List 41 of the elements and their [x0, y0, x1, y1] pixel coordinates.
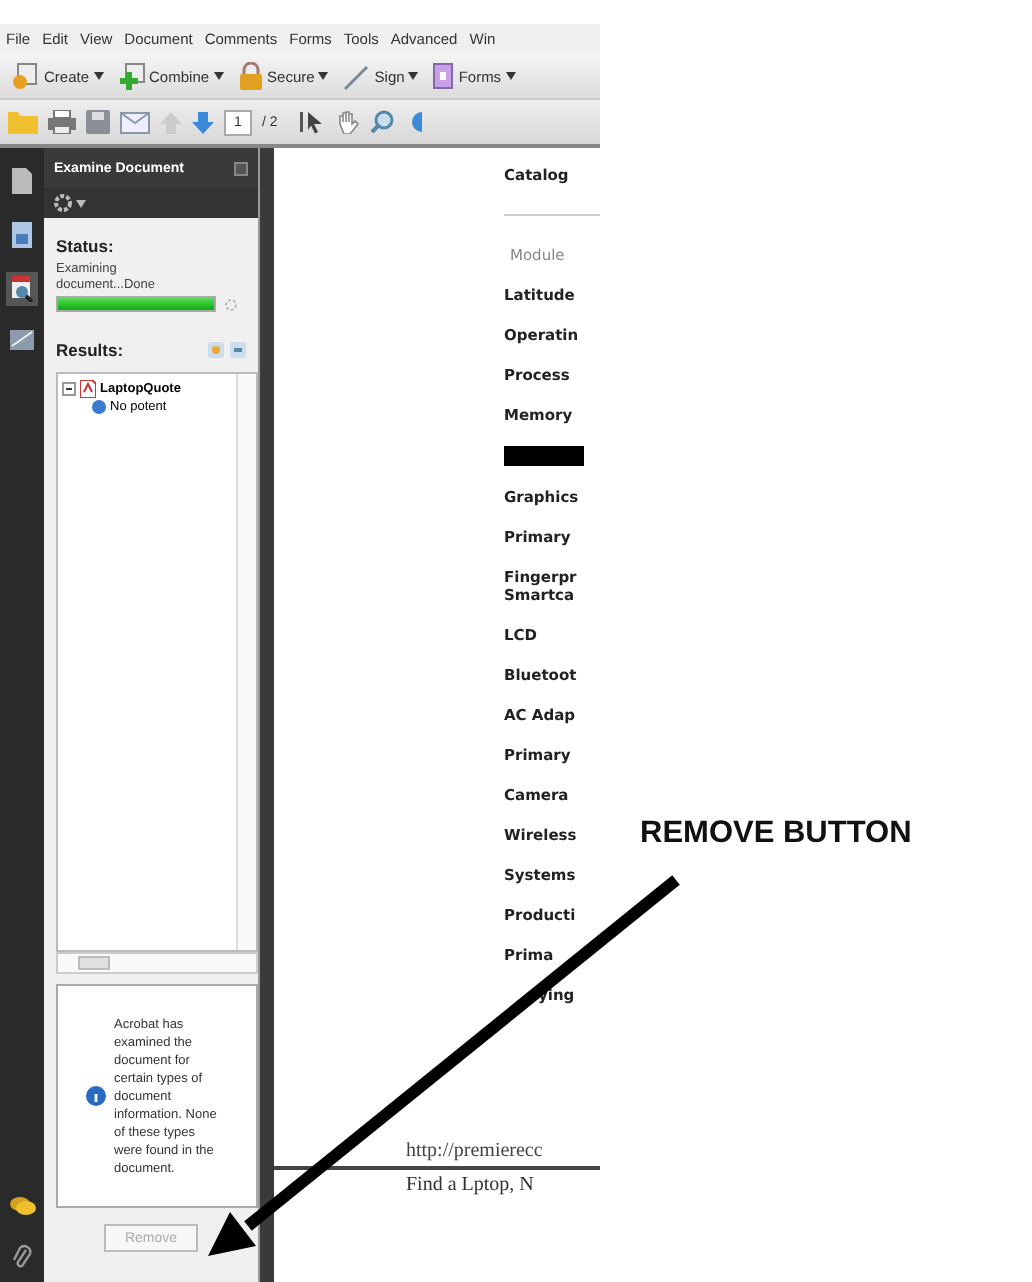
collapse-all-icon[interactable]: [230, 342, 246, 358]
pdf-icon: [80, 380, 96, 398]
redaction-bar: [504, 446, 584, 466]
arrow-down-icon[interactable]: [192, 111, 214, 133]
info-icon: [86, 1086, 106, 1106]
vertical-scrollbar[interactable]: [236, 374, 256, 950]
caret-icon: [505, 72, 516, 80]
gear-icon[interactable]: [54, 194, 72, 212]
spinner-icon: [224, 297, 238, 311]
info-icon: [92, 400, 106, 414]
pen-icon: [342, 62, 371, 90]
select-cursor-icon[interactable]: [299, 110, 326, 134]
pages-icon[interactable]: [8, 218, 36, 252]
panel-menu-button[interactable]: [234, 161, 248, 175]
paperclip-icon[interactable]: [8, 1240, 36, 1274]
caret-icon: [93, 72, 104, 80]
caret-icon: [76, 199, 86, 207]
zoom-icon[interactable]: [369, 110, 396, 134]
comment-icon[interactable]: [5, 1192, 39, 1220]
document-text: Find a Lptop, N: [406, 1174, 536, 1196]
document-link[interactable]: http://premierecc: [406, 1140, 600, 1162]
documents-icon: [117, 62, 146, 90]
caret-icon: [318, 72, 329, 80]
padlock-icon: [237, 62, 264, 90]
caret-icon: [408, 72, 419, 80]
examine-icon[interactable]: [6, 272, 38, 306]
scrollbar-thumb[interactable]: [78, 956, 110, 970]
disk-icon[interactable]: [86, 110, 110, 134]
caret-icon: [213, 72, 224, 80]
form-icon: [432, 62, 455, 90]
printer-icon[interactable]: [48, 110, 76, 134]
signature-icon[interactable]: [6, 326, 38, 354]
document-icon: [12, 62, 40, 90]
callout-label: REMOVE BUTTON: [640, 816, 912, 852]
results-label: Results:: [56, 340, 126, 360]
collapse-icon[interactable]: [62, 382, 76, 396]
hand-icon[interactable]: [335, 110, 360, 134]
page-icon[interactable]: [8, 164, 36, 198]
horizontal-scrollbar[interactable]: [56, 952, 258, 974]
status-label: Status:: [56, 236, 116, 256]
envelope-icon[interactable]: [120, 111, 150, 133]
